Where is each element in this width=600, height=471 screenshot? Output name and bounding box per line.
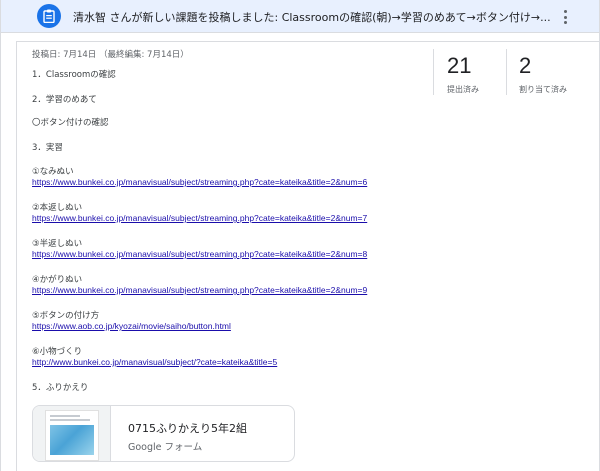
notification-title: 清水智 さんが新しい課題を投稿しました: Classroomの確認(朝)→学習の… xyxy=(73,11,551,24)
item-label: ①なみぬい xyxy=(32,167,74,177)
item-label: ②本返しぬい xyxy=(32,203,83,213)
posted-date: 投稿日: 7月14日 （最終編集: 7月14日） xyxy=(32,50,189,60)
video-link[interactable]: https://www.bunkei.co.jp/manavisual/subj… xyxy=(32,213,367,223)
video-link[interactable]: https://www.bunkei.co.jp/manavisual/subj… xyxy=(32,249,367,259)
body-line: 3．実習 xyxy=(32,143,63,153)
video-link[interactable]: https://www.aob.co.jp/kyozai/movie/saiho… xyxy=(32,321,231,331)
assigned-label[interactable]: 割り当て済み xyxy=(519,84,567,95)
item-label: ③半返しぬい xyxy=(32,239,83,249)
attachment-title: 0715ふりかえり5年2組 xyxy=(128,422,247,435)
video-link[interactable]: https://www.bunkei.co.jp/manavisual/subj… xyxy=(32,285,367,295)
item-label: ⑤ボタンの付け方 xyxy=(32,311,100,321)
attachment-card[interactable]: 0715ふりかえり5年2組 Google フォーム xyxy=(32,405,295,462)
item-label: ④かがりぬい xyxy=(32,275,83,285)
body-line: 1．Classroomの確認 xyxy=(32,70,116,80)
body-line: 〇ボタン付けの確認 xyxy=(32,118,109,128)
assignment-icon xyxy=(37,4,61,28)
video-link[interactable]: http://www.bunkei.co.jp/manavisual/subje… xyxy=(32,357,277,367)
video-link[interactable]: https://www.bunkei.co.jp/manavisual/subj… xyxy=(32,177,367,187)
stats-divider xyxy=(506,49,507,95)
body-line: 5．ふりかえり xyxy=(32,383,89,393)
submitted-count[interactable]: 21 xyxy=(447,53,471,79)
more-options-icon[interactable] xyxy=(559,7,573,27)
body-line: 2．学習のめあて xyxy=(32,95,97,105)
assigned-count[interactable]: 2 xyxy=(519,53,531,79)
item-label: ⑥小物づくり xyxy=(32,347,83,357)
submitted-label[interactable]: 提出済み xyxy=(447,84,479,95)
attachment-type: Google フォーム xyxy=(128,442,203,453)
attachment-thumbnail xyxy=(33,406,111,461)
map-thumbnail-image xyxy=(50,425,94,455)
notification-header[interactable]: 清水智 さんが新しい課題を投稿しました: Classroomの確認(朝)→学習の… xyxy=(1,0,599,33)
stats-divider xyxy=(433,49,434,95)
